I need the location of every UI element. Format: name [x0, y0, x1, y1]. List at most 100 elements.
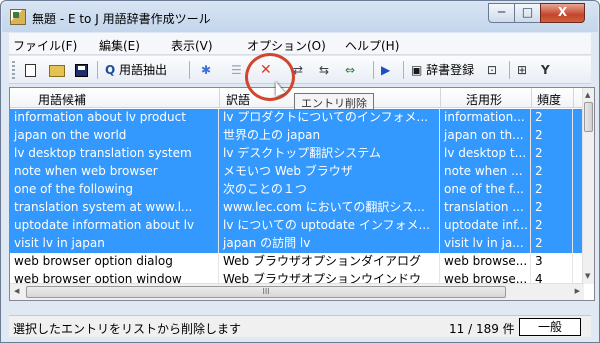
menu-edit[interactable]: 編集(E) — [99, 37, 140, 54]
menu-view[interactable]: 表示(V) — [171, 37, 213, 54]
cell-translation: lv についての uptodate インフォメ... — [219, 217, 440, 235]
status-message: 選択したエントリをリストから削除します — [13, 322, 242, 336]
import-icon[interactable]: ⊞ — [517, 61, 527, 79]
cell-frequency: 2 — [531, 109, 573, 127]
cell-term: lv desktop translation system — [10, 145, 219, 163]
toolbar-separator — [403, 61, 404, 79]
new-icon[interactable] — [25, 61, 36, 79]
table-row[interactable]: japan on the world 世界の上の japan japan on th… — [10, 127, 584, 145]
cell-form: visit lv in ja... — [440, 235, 531, 253]
toolbar-separator — [189, 61, 190, 79]
cell-term: note when web browser — [10, 163, 219, 181]
toolbar-separator — [509, 61, 510, 79]
extract-terms-label: 用語抽出 — [119, 63, 168, 77]
cell-translation: japan の訪問 lv — [219, 235, 440, 253]
vertical-scroll-thumb[interactable] — [584, 102, 593, 132]
table-row[interactable]: note when web browser メモいつ Web ブラウザ note w… — [10, 163, 584, 181]
open-icon[interactable] — [49, 61, 65, 79]
cell-translation: lv プロダクトについてのインフォメ... — [219, 109, 440, 127]
table-row[interactable]: web browser option dialog Web ブラウザオプションダイ… — [10, 253, 584, 271]
title-bar[interactable]: 無題 - E to J 用語辞書作成ツール ─ □ X — [2, 2, 598, 32]
window-title: 無題 - E to J 用語辞書作成ツール — [32, 12, 211, 26]
column-translation[interactable]: 訳語 — [226, 91, 250, 108]
search-icon: Q — [105, 63, 116, 77]
cell-term: uptodate information about lv — [10, 217, 219, 235]
cell-form: japan on th... — [440, 127, 531, 145]
cell-term: visit lv in japan — [10, 235, 219, 253]
extract-terms-button[interactable]: Q 用語抽出 — [105, 61, 167, 79]
cell-form: one of the f... — [440, 181, 531, 199]
cell-translation: Web ブラウザオプションダイアログ — [219, 253, 440, 271]
status-bar: 選択したエントリをリストから削除します 11 / 189 件 一般 — [9, 315, 591, 337]
column-frequency[interactable]: 頻度 — [537, 91, 561, 108]
register-dictionary-label: 辞書登録 — [426, 63, 475, 77]
register-icon: ▣ — [411, 63, 423, 77]
cell-form: lv desktop t... — [440, 145, 531, 163]
horizontal-scrollbar[interactable]: ◀ III ▶ — [10, 283, 584, 300]
cell-translation: lv デスクトップ翻訳システム — [219, 145, 440, 163]
split-icon[interactable]: ⇔ — [345, 61, 355, 79]
cell-translation: 次のことの１つ — [219, 181, 440, 199]
column-term[interactable]: 用語候補 — [38, 91, 86, 108]
cell-term: translation system at www.l... — [10, 199, 219, 217]
cell-frequency: 2 — [531, 235, 573, 253]
maximize-button[interactable]: □ — [514, 3, 541, 23]
cell-translation: メモいつ Web ブラウザ — [219, 163, 440, 181]
scroll-right-icon[interactable]: ▶ — [575, 287, 580, 295]
minimize-button[interactable]: ─ — [488, 3, 515, 23]
term-list[interactable]: 用語候補 訳語 活用形 頻度 information about lv prod… — [9, 87, 595, 301]
menu-options[interactable]: オプション(O) — [247, 37, 326, 54]
cell-frequency: 2 — [531, 145, 573, 163]
cell-form: translation ... — [440, 199, 531, 217]
cell-frequency: 2 — [531, 127, 573, 145]
cell-frequency: 2 — [531, 217, 573, 235]
entry-count: 11 / 189 件 — [449, 322, 515, 336]
cell-term: japan on the world — [10, 127, 219, 145]
scroll-left-icon[interactable]: ◀ — [14, 287, 19, 295]
horizontal-scroll-thumb[interactable]: III — [26, 286, 506, 298]
cell-translation: www.lec.com においての翻訳シス... — [219, 199, 440, 217]
menu-help[interactable]: ヘルプ(H) — [345, 37, 399, 54]
scroll-down-icon[interactable]: ▼ — [585, 272, 590, 280]
close-button[interactable]: X — [540, 3, 585, 23]
filter-icon[interactable]: Y — [541, 61, 550, 79]
cell-form: web browse... — [440, 253, 531, 271]
cell-frequency: 2 — [531, 163, 573, 181]
delete-tooltip: エントリ削除 — [294, 93, 374, 110]
cell-term: one of the following — [10, 181, 219, 199]
table-row[interactable]: visit lv in japan japan の訪問 lv visit lv in… — [10, 235, 584, 253]
menu-file[interactable]: ファイル(F) — [13, 37, 77, 54]
cell-term: web browser option dialog — [10, 253, 219, 271]
cell-form: information... — [440, 109, 531, 127]
cell-form: note when ... — [440, 163, 531, 181]
cell-term: information about lv product — [10, 109, 219, 127]
cell-form: uptodate inf... — [440, 217, 531, 235]
toolbar: Q 用語抽出 ✱ ☰ ✕ ⇄ ⇆ ⇔ ▶ ▣ 辞書登録 ⊡ ⊞ Y — [9, 56, 591, 84]
register-dictionary-button[interactable]: ▣ 辞書登録 — [411, 61, 474, 79]
app-window: 無題 - E to J 用語辞書作成ツール ─ □ X ファイル(F) 編集(E… — [0, 0, 600, 343]
table-row[interactable]: uptodate information about lv lv についての up… — [10, 217, 584, 235]
export-icon[interactable]: ⊡ — [487, 61, 497, 79]
toolbar-grip[interactable] — [12, 61, 15, 79]
cell-frequency: 3 — [531, 253, 573, 271]
highlight-circle — [245, 53, 295, 101]
merge-icon[interactable]: ⇆ — [319, 61, 329, 79]
table-row[interactable]: lv desktop translation system lv デスクトップ翻訳… — [10, 145, 584, 163]
scroll-up-icon[interactable]: ▲ — [585, 91, 590, 99]
play-icon[interactable]: ▶ — [381, 61, 390, 79]
cell-frequency: 2 — [531, 181, 573, 199]
toolbar-separator — [373, 61, 374, 79]
table-row[interactable]: translation system at www.l... www.lec.co… — [10, 199, 584, 217]
save-icon[interactable] — [75, 61, 88, 79]
cell-translation: 世界の上の japan — [219, 127, 440, 145]
star-icon[interactable]: ✱ — [201, 61, 211, 79]
column-form[interactable]: 活用形 — [466, 91, 502, 108]
toolbar-separator — [97, 61, 98, 79]
app-icon — [10, 9, 26, 25]
vertical-scrollbar[interactable]: ▲ ▼ — [582, 88, 594, 284]
table-row[interactable]: one of the following 次のことの１つ one of the f.… — [10, 181, 584, 199]
table-row[interactable]: information about lv product lv プロダクトについて… — [10, 109, 584, 127]
menu-bar: ファイル(F) 編集(E) 表示(V) オプション(O) ヘルプ(H) — [9, 33, 591, 55]
mode-indicator[interactable]: 一般 — [519, 318, 581, 336]
list-icon[interactable]: ☰ — [231, 61, 242, 79]
